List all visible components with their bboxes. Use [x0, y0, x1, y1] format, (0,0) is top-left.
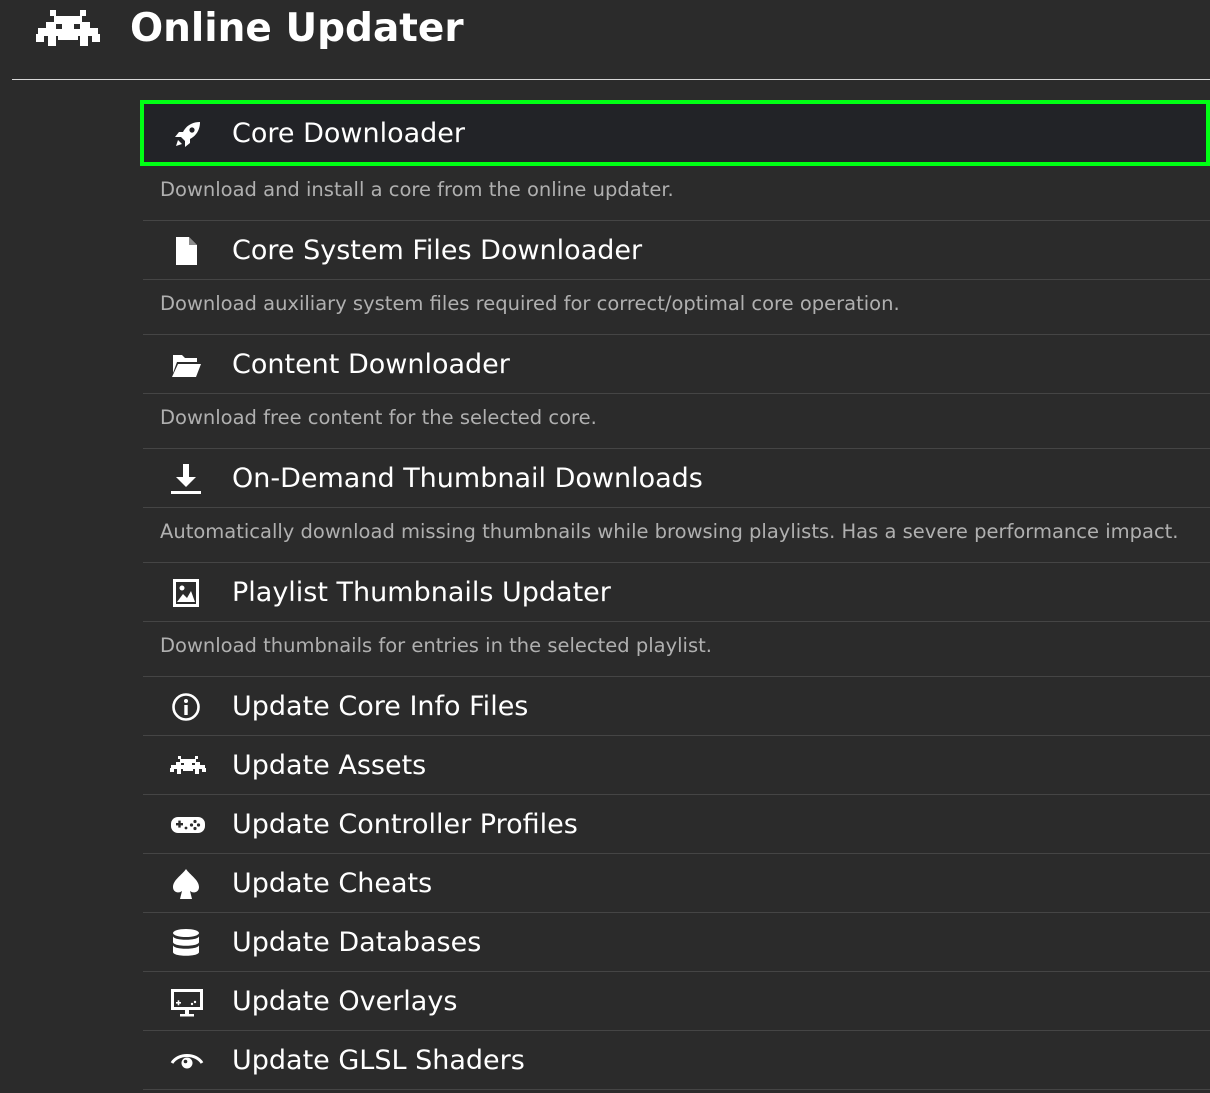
menu-item-label: Content Downloader — [232, 349, 510, 380]
menu-item-playlist-thumbnails-updater[interactable]: Playlist Thumbnails Updater — [143, 563, 1210, 622]
menu-item-core-system-files-downloader[interactable]: Core System Files Downloader — [143, 221, 1210, 280]
monitor-overlay-icon — [170, 986, 203, 1018]
menu-item-description: Download thumbnails for entries in the s… — [143, 622, 1210, 677]
menu-item-description: Download free content for the selected c… — [143, 394, 1210, 449]
menu-item-description: Download auxiliary system files required… — [143, 280, 1210, 335]
info-icon — [170, 691, 202, 723]
menu-item-label: Update Controller Profiles — [232, 809, 578, 840]
menu-item-label: Update Cheats — [232, 868, 433, 899]
folder-open-icon — [170, 349, 202, 381]
menu-item-update-glsl-shaders[interactable]: Update GLSL Shaders — [143, 1031, 1210, 1090]
rocket-icon — [172, 118, 204, 150]
spade-icon — [170, 868, 202, 900]
menu-item-label: Update Core Info Files — [232, 691, 529, 722]
download-icon — [170, 463, 202, 495]
menu-item-update-core-info-files[interactable]: Update Core Info Files — [143, 677, 1210, 736]
menu-item-update-overlays[interactable]: Update Overlays — [143, 972, 1210, 1031]
menu-item-update-assets[interactable]: Update Assets — [143, 736, 1210, 795]
menu-item-label: Update Overlays — [232, 986, 458, 1017]
file-icon — [170, 235, 202, 267]
image-icon — [170, 577, 202, 609]
page-title: Online Updater — [130, 6, 464, 51]
menu-item-label: Core Downloader — [232, 118, 465, 149]
menu-list: Core Downloader Download and install a c… — [140, 100, 1210, 1090]
menu-item-label: Core System Files Downloader — [232, 235, 643, 266]
database-icon — [170, 927, 202, 959]
menu-item-description: Download and install a core from the onl… — [143, 166, 1210, 221]
menu-item-on-demand-thumbnail-downloads[interactable]: On-Demand Thumbnail Downloads — [143, 449, 1210, 508]
retroarch-invader-icon — [36, 10, 100, 50]
menu-item-content-downloader[interactable]: Content Downloader — [143, 335, 1210, 394]
gamepad-icon — [170, 809, 205, 841]
menu-item-update-controller-profiles[interactable]: Update Controller Profiles — [143, 795, 1210, 854]
menu-item-label: On-Demand Thumbnail Downloads — [232, 463, 703, 494]
menu-item-label: Playlist Thumbnails Updater — [232, 577, 611, 608]
menu-item-label: Update GLSL Shaders — [232, 1045, 525, 1076]
menu-item-label: Update Databases — [232, 927, 482, 958]
menu-item-core-downloader[interactable]: Core Downloader — [140, 100, 1210, 166]
menu-item-update-databases[interactable]: Update Databases — [143, 913, 1210, 972]
header-divider — [12, 79, 1210, 80]
menu-item-update-cheats[interactable]: Update Cheats — [143, 854, 1210, 913]
header: Online Updater — [0, 0, 1210, 80]
eye-icon — [170, 1045, 204, 1077]
menu-item-label: Update Assets — [232, 750, 427, 781]
menu-item-description: Automatically download missing thumbnail… — [143, 508, 1210, 563]
invader-icon — [170, 750, 206, 782]
